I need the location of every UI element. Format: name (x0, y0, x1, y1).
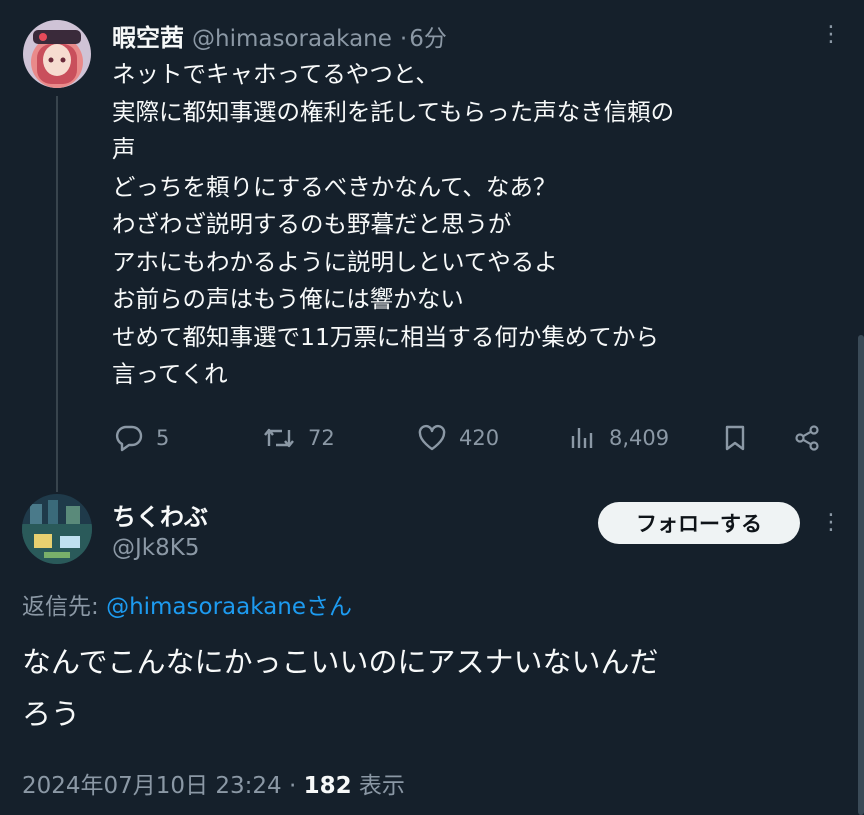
heart-icon (417, 424, 447, 452)
separator-dot: · (399, 26, 408, 52)
share-icon (792, 424, 822, 452)
reply-prefix: 返信先: (22, 594, 107, 620)
more-options-icon[interactable]: ⋮ (820, 512, 842, 534)
analytics-icon (569, 424, 597, 452)
reply-icon (114, 424, 144, 452)
display-name[interactable]: 暇空茜 (112, 18, 184, 53)
share-button[interactable] (792, 424, 822, 452)
thread-connector-line (56, 96, 58, 492)
display-name[interactable]: ちくわぶ (112, 497, 208, 532)
bookmark-icon (722, 424, 748, 452)
repost-icon (262, 424, 296, 452)
repost-button[interactable]: 72 (262, 424, 335, 452)
reply-context: 返信先: @himasoraakaneさん (22, 587, 352, 621)
scrollbar[interactable] (858, 335, 864, 815)
views-label: 表示 (351, 773, 405, 799)
more-options-icon[interactable]: ⋮ (820, 24, 842, 46)
view-count[interactable]: 182 (304, 773, 352, 799)
avatar-jk8k5[interactable] (22, 494, 92, 564)
post-time[interactable]: 6分 (409, 19, 447, 53)
views-button[interactable]: 8,409 (569, 424, 669, 452)
repost-count: 72 (308, 426, 335, 450)
follow-button[interactable]: フォローする (598, 502, 800, 544)
tweet1-header: 暇空茜 @himasoraakane · 6分 (112, 18, 447, 53)
like-count: 420 (459, 426, 500, 450)
view-count: 8,409 (609, 426, 670, 450)
reply-button[interactable]: 5 (114, 424, 169, 452)
bookmark-button[interactable] (722, 424, 748, 452)
separator-dot: · (281, 773, 304, 799)
post-datetime[interactable]: 2024年07月10日 23:24 (22, 773, 282, 799)
reply-count: 5 (156, 426, 170, 450)
user-handle[interactable]: @Jk8K5 (112, 535, 199, 561)
tweet2-text: なんでこんなにかっこいいのにアスナいないんだ ろう (22, 645, 659, 731)
user-handle[interactable]: @himasoraakane (192, 26, 392, 52)
reply-mention-link[interactable]: @himasoraakaneさん (106, 594, 352, 620)
tweet1-text: ネットでキャホってるやつと、 実際に都知事選の権利を託してもらった声なき信頼の … (112, 60, 675, 388)
like-button[interactable]: 420 (417, 424, 499, 452)
tweet-metadata: 2024年07月10日 23:24 · 182 表示 (22, 766, 405, 800)
avatar-himasoraakane[interactable] (23, 20, 91, 88)
